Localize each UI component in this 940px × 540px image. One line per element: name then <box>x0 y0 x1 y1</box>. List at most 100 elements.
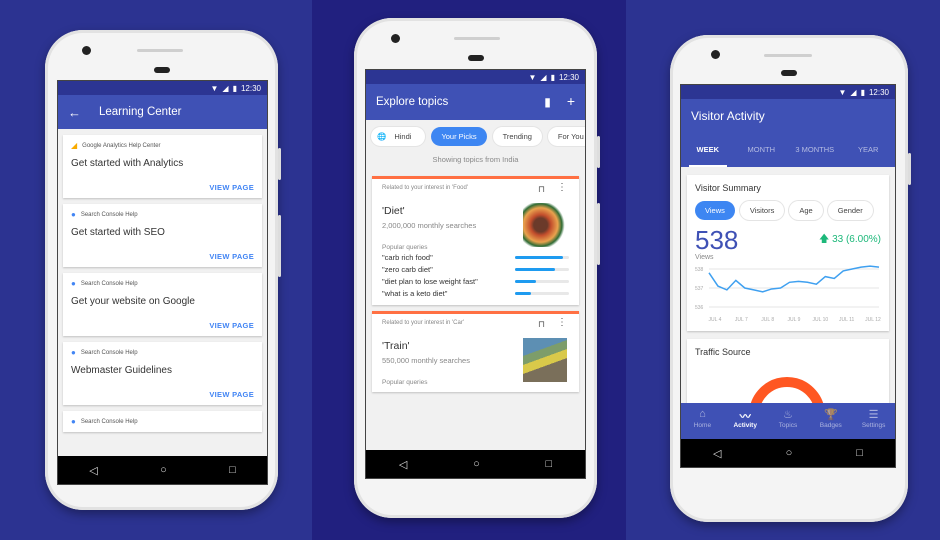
x-tick-label: JUL 11 <box>839 317 855 323</box>
bottom-nav-settings[interactable]: ☰ Settings <box>852 403 895 439</box>
help-card[interactable]: ● Search Console Help Webmaster Guideline… <box>63 342 262 405</box>
recents-icon[interactable]: □ <box>545 458 552 470</box>
chip-label: Hindi <box>394 132 412 141</box>
front-camera <box>82 46 91 55</box>
home-icon: ⌂ <box>699 408 706 420</box>
query-row[interactable]: "diet plan to lose weight fast" <box>382 275 569 287</box>
home-icon[interactable]: ○ <box>160 464 167 476</box>
activity-icon: 〰 <box>739 411 751 423</box>
card-title: Webmaster Guidelines <box>71 365 172 376</box>
query-row[interactable]: "what is a keto diet" <box>382 287 569 299</box>
chip-for-you[interactable]: For You <box>547 127 585 146</box>
bottom-nav-badges[interactable]: 🏆 Badges <box>809 403 852 439</box>
card-title: Get started with SEO <box>71 227 165 238</box>
status-bar: ▼ ◢ ▮ 12:30 <box>366 70 585 84</box>
phone-learning-center: ▼ ◢ ▮ 12:30 ← Learning Center ◢ Google An… <box>45 30 281 510</box>
signal-icon: ◢ <box>850 87 857 97</box>
status-time: 12:30 <box>558 72 579 82</box>
chip-views[interactable]: Views <box>695 201 735 220</box>
bookmark-outline-icon[interactable]: ⊓ <box>538 319 545 330</box>
views-label: Views <box>695 254 714 261</box>
home-icon[interactable]: ○ <box>473 458 480 470</box>
page-title: Explore topics <box>376 96 449 108</box>
view-page-link[interactable]: VIEW PAGE <box>71 321 254 330</box>
search-console-icon: ● <box>71 210 76 219</box>
metric-chips: Views Visitors Age Gender <box>695 201 881 220</box>
search-console-icon: ● <box>71 348 76 357</box>
app-bar: Visitor Activity WEEK MONTH 3 MONTHS YEA… <box>681 99 895 167</box>
topic-card[interactable]: Related to your interest in 'Car' ⊓ ⋮ 'T… <box>372 311 579 392</box>
chip-gender[interactable]: Gender <box>827 201 873 220</box>
query-row[interactable]: "zero carb diet" <box>382 263 569 275</box>
system-nav-bar: ◁ ○ □ <box>681 439 895 467</box>
view-page-link[interactable]: VIEW PAGE <box>71 252 254 261</box>
bookmark-icon[interactable]: ▮ <box>544 95 551 109</box>
chip-your-picks[interactable]: Your Picks <box>431 127 487 146</box>
tab-year[interactable]: YEAR <box>842 133 896 167</box>
power-button <box>908 153 911 185</box>
chip-hindi[interactable]: 🌐 Hindi <box>371 127 426 146</box>
view-page-link[interactable]: VIEW PAGE <box>71 183 254 192</box>
home-icon[interactable]: ○ <box>786 447 793 459</box>
query-text: "what is a keto diet" <box>382 288 448 298</box>
query-text: "carb rich food" <box>382 252 433 262</box>
tab-month[interactable]: MONTH <box>735 133 789 167</box>
y-tick-label: 536 <box>695 305 704 311</box>
bottom-nav-topics[interactable]: ♨ Topics <box>767 403 810 439</box>
more-vert-icon[interactable]: ⋮ <box>557 317 567 328</box>
back-arrow-icon[interactable]: ← <box>68 105 81 120</box>
sensor <box>781 70 797 76</box>
wifi-icon: ▼ <box>528 72 537 82</box>
volume-button <box>278 215 281 277</box>
chip-visitors[interactable]: Visitors <box>739 201 785 220</box>
change-text: 33 (6.00%) <box>832 233 881 245</box>
query-row[interactable]: "carb rich food" <box>382 251 569 263</box>
front-camera <box>391 34 400 43</box>
bookmark-outline-icon[interactable]: ⊓ <box>538 184 545 195</box>
back-icon[interactable]: ◁ <box>713 447 721 460</box>
y-tick-label: 538 <box>695 267 704 273</box>
recents-icon[interactable]: □ <box>229 464 236 476</box>
traffic-source-card: Traffic Source <box>687 339 889 409</box>
page-title: Learning Center <box>99 106 182 118</box>
region-note: Showing topics from India <box>432 155 519 164</box>
add-icon[interactable]: + <box>567 94 575 109</box>
arrow-up-icon: 🡅 <box>819 233 830 245</box>
screen: ▼ ◢ ▮ 12:30 Explore topics ▮ + 🌐 Hindi Yo… <box>365 69 586 479</box>
signal-icon: ◢ <box>540 72 547 82</box>
bottom-nav-home[interactable]: ⌂ Home <box>681 403 724 439</box>
x-tick-label: JUL 12 <box>865 317 881 323</box>
more-vert-icon[interactable]: ⋮ <box>557 182 567 193</box>
topic-image-food <box>523 203 567 247</box>
tab-3-months[interactable]: 3 MONTHS <box>788 133 842 167</box>
traffic-title: Traffic Source <box>695 347 751 357</box>
front-camera <box>711 50 720 59</box>
battery-icon: ▮ <box>860 87 865 97</box>
query-text: "zero carb diet" <box>382 264 433 274</box>
help-card[interactable]: ● Search Console Help Get your website on… <box>63 273 262 336</box>
signal-icon: ◢ <box>222 83 229 93</box>
bottom-nav-label: Home <box>693 422 712 429</box>
chip-age[interactable]: Age <box>789 201 823 220</box>
back-icon[interactable]: ◁ <box>89 464 97 477</box>
recents-icon[interactable]: □ <box>856 447 863 459</box>
view-page-link[interactable]: VIEW PAGE <box>71 390 254 399</box>
wifi-icon: ▼ <box>838 87 847 97</box>
bottom-nav-activity[interactable]: 〰 Activity <box>724 403 767 439</box>
topic-card[interactable]: Related to your interest in 'Food' ⊓ ⋮ '… <box>372 176 579 305</box>
help-card[interactable]: ● Search Console Help <box>63 411 262 432</box>
system-nav-bar: ◁ ○ □ <box>366 450 585 478</box>
screen: ▼ ◢ ▮ 12:30 Visitor Activity WEEK MONTH … <box>680 84 896 468</box>
help-card[interactable]: ◢ Google Analytics Help Center Get starte… <box>63 135 262 198</box>
card-title: Get your website on Google <box>71 296 195 307</box>
tab-week[interactable]: WEEK <box>681 133 735 167</box>
wifi-icon: ▼ <box>210 83 219 93</box>
chip-trending[interactable]: Trending <box>492 127 542 146</box>
phone-explore-topics: ▼ ◢ ▮ 12:30 Explore topics ▮ + 🌐 Hindi Yo… <box>354 18 600 518</box>
earpiece-speaker <box>454 37 500 40</box>
phone-visitor-activity: ▼ ◢ ▮ 12:30 Visitor Activity WEEK MONTH … <box>670 35 911 522</box>
help-card[interactable]: ● Search Console Help Get started with SE… <box>63 204 262 267</box>
system-nav-bar: ◁ ○ □ <box>58 456 267 484</box>
app-bar: Explore topics ▮ + <box>366 84 585 120</box>
back-icon[interactable]: ◁ <box>399 458 407 471</box>
